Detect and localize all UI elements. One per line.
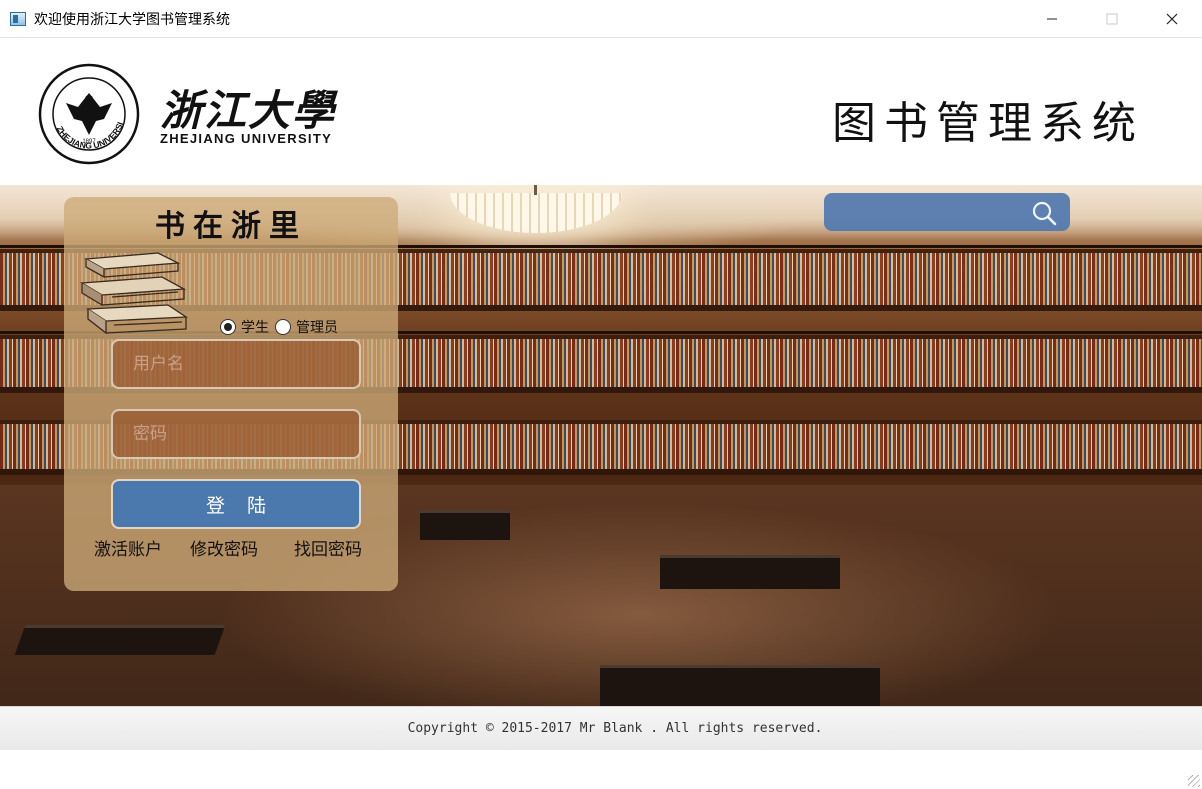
username-field-container [111,339,361,389]
maximize-button[interactable] [1082,0,1142,38]
account-links: 激活账户 修改密码 找回密码 [92,535,372,560]
role-selector: 学生 管理员 [220,317,344,337]
login-panel: 书在浙里 学生 管理员 用户名 登陆 激活账户 修改密码 找回密码 [64,197,398,591]
library-background-image: 书在浙里 学生 管理员 用户名 登陆 激活账户 修改密码 找回密码 [0,185,1202,706]
university-seal-logo: ZHEJIANG UNIVERSITY 1897 [38,63,140,165]
reading-desk [660,555,840,589]
minimize-button[interactable] [1022,0,1082,38]
search-input[interactable] [824,194,1024,230]
maximize-icon [1106,13,1118,25]
reading-desk [420,510,510,540]
search-bar[interactable] [824,193,1070,231]
radio-student[interactable] [220,319,236,335]
reading-desk [600,665,880,706]
footer: Copyright © 2015-2017 Mr Blank . All rig… [0,706,1202,750]
university-name-en: ZHEJIANG UNIVERSITY [160,131,333,146]
recover-password-link[interactable]: 找回密码 [294,535,362,560]
slogan-title: 书在浙里 [155,209,307,244]
role-label-student: 学生 [241,320,269,336]
minimize-icon [1047,18,1057,20]
app-icon [10,11,26,26]
reading-desk [14,625,226,655]
activate-account-link[interactable]: 激活账户 [94,535,162,560]
books-illustration [79,252,188,335]
copyright-text: Copyright © 2015-2017 Mr Blank . All rig… [407,721,823,736]
search-button[interactable] [1030,199,1058,227]
login-button[interactable]: 登陆 [111,479,361,529]
role-label-admin: 管理员 [296,320,338,336]
header-banner: ZHEJIANG UNIVERSITY 1897 浙江大學 ZHEJIANG U… [0,39,1202,185]
change-password-link[interactable]: 修改密码 [190,535,258,560]
password-field-container [111,409,361,459]
university-name-cn: 浙江大學 [160,86,337,135]
username-input[interactable] [113,341,359,387]
window-titlebar: 欢迎使用浙江大学图书管理系统 [0,0,1202,38]
resize-grip[interactable] [1188,775,1200,787]
window-controls [1022,0,1202,38]
window-title: 欢迎使用浙江大学图书管理系统 [34,11,230,28]
close-button[interactable] [1142,0,1202,38]
search-icon [1032,201,1057,226]
close-icon [1166,13,1178,25]
svg-text:1897: 1897 [82,139,96,145]
window-bottom-area [0,750,1202,789]
radio-admin[interactable] [275,319,291,335]
password-input[interactable] [113,411,359,457]
system-title: 图书管理系统 [832,98,1144,149]
